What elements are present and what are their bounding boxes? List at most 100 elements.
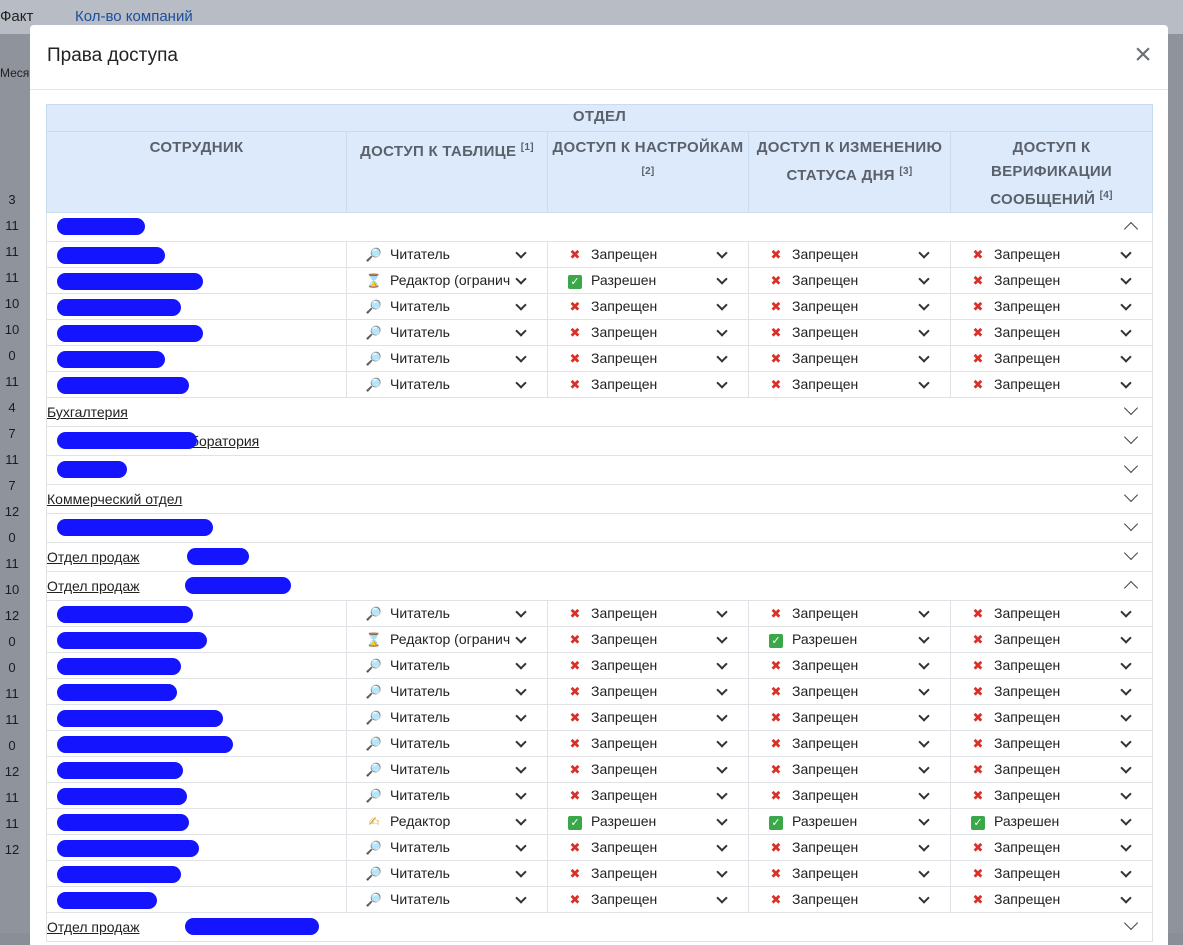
department-group-row[interactable]: Отдел продаж xyxy=(46,542,1153,572)
settings-access-select[interactable]: ✖ Запрещен xyxy=(548,835,748,860)
department-group-cell[interactable]: лаборатория xyxy=(46,426,1153,456)
table-access-select[interactable]: 🔎 Читатель xyxy=(347,835,547,860)
department-group-row[interactable]: Отдел продаж xyxy=(46,571,1153,601)
verify-access-select[interactable]: ✖ Запрещен xyxy=(951,346,1152,371)
status-access-select[interactable]: ✖ Запрещен xyxy=(749,835,950,860)
close-icon[interactable]: × xyxy=(1130,40,1156,70)
table-access-ref[interactable]: [1] xyxy=(521,142,534,153)
settings-access-select[interactable]: ✖ Запрещен xyxy=(548,601,748,626)
chevron-down-icon[interactable] xyxy=(1123,487,1139,503)
status-access-select[interactable]: ✖ Запрещен xyxy=(749,679,950,704)
table-access-select[interactable]: 🔎 Читатель xyxy=(347,242,547,267)
table-access-select[interactable]: 🔎 Читатель xyxy=(347,861,547,886)
settings-access-select[interactable]: ✖ Запрещен xyxy=(548,731,748,756)
status-access-select[interactable]: ✖ Запрещен xyxy=(749,346,950,371)
chevron-down-icon[interactable] xyxy=(1123,400,1139,416)
settings-access-ref[interactable]: [2] xyxy=(641,166,654,177)
verify-access-select[interactable]: ✖ Запрещен xyxy=(951,627,1152,652)
settings-access-select[interactable]: ✖ Запрещен xyxy=(548,679,748,704)
status-access-select[interactable]: ✖ Запрещен xyxy=(749,242,950,267)
status-access-ref[interactable]: [3] xyxy=(899,166,912,177)
department-group-row[interactable]: Коммерческий отдел xyxy=(46,484,1153,514)
department-group-row[interactable]: Отдел продаж xyxy=(46,912,1153,942)
table-access-select[interactable]: 🔎 Читатель xyxy=(347,887,547,912)
status-access-select[interactable]: ✖ Запрещен xyxy=(749,372,950,397)
settings-access-select[interactable]: ✓ Разрешен xyxy=(548,268,748,293)
table-access-select[interactable]: ⌛ Редактор (огранич xyxy=(347,268,547,293)
status-access-select[interactable]: ✖ Запрещен xyxy=(749,601,950,626)
status-access-select[interactable]: ✖ Запрещен xyxy=(749,731,950,756)
status-access-select[interactable]: ✓ Разрешен xyxy=(749,627,950,652)
department-name[interactable]: Бухгалтерия xyxy=(47,404,128,420)
settings-access-select[interactable]: ✖ Запрещен xyxy=(548,861,748,886)
department-group-cell[interactable]: Отдел продаж xyxy=(46,571,1153,601)
verify-access-select[interactable]: ✓ Разрешен xyxy=(951,809,1152,834)
status-access-select[interactable]: ✓ Разрешен xyxy=(749,809,950,834)
department-group-row[interactable] xyxy=(46,212,1153,242)
settings-access-select[interactable]: ✖ Запрещен xyxy=(548,705,748,730)
table-access-select[interactable]: ⌛ Редактор (огранич xyxy=(347,627,547,652)
settings-access-select[interactable]: ✖ Запрещен xyxy=(548,372,748,397)
department-group-cell[interactable]: Коммерческий отдел xyxy=(46,484,1153,514)
status-access-select[interactable]: ✖ Запрещен xyxy=(749,705,950,730)
department-group-cell[interactable]: Бухгалтерия xyxy=(46,397,1153,427)
table-access-select[interactable]: 🔎 Читатель xyxy=(347,705,547,730)
department-name[interactable]: Коммерческий отдел xyxy=(47,491,182,507)
settings-access-select[interactable]: ✖ Запрещен xyxy=(548,294,748,319)
department-group-cell[interactable]: Отдел продаж xyxy=(46,912,1153,942)
chevron-down-icon[interactable] xyxy=(1123,429,1139,445)
chevron-down-icon[interactable] xyxy=(1123,458,1139,474)
settings-access-select[interactable]: ✓ Разрешен xyxy=(548,809,748,834)
verify-access-select[interactable]: ✖ Запрещен xyxy=(951,653,1152,678)
verify-access-select[interactable]: ✖ Запрещен xyxy=(951,372,1152,397)
status-access-select[interactable]: ✖ Запрещен xyxy=(749,887,950,912)
table-access-select[interactable]: 🔎 Читатель xyxy=(347,346,547,371)
status-access-select[interactable]: ✖ Запрещен xyxy=(749,861,950,886)
status-access-select[interactable]: ✖ Запрещен xyxy=(749,320,950,345)
settings-access-select[interactable]: ✖ Запрещен xyxy=(548,242,748,267)
status-access-select[interactable]: ✖ Запрещен xyxy=(749,653,950,678)
table-access-select[interactable]: 🔎 Читатель xyxy=(347,372,547,397)
settings-access-select[interactable]: ✖ Запрещен xyxy=(548,627,748,652)
verify-access-ref[interactable]: [4] xyxy=(1100,190,1113,201)
table-access-select[interactable]: 🔎 Читатель xyxy=(347,783,547,808)
background-companies-link[interactable]: Кол-во компаний xyxy=(75,8,193,25)
chevron-down-icon[interactable] xyxy=(1123,516,1139,532)
department-group-cell[interactable] xyxy=(46,455,1153,485)
settings-access-select[interactable]: ✖ Запрещен xyxy=(548,757,748,782)
department-group-row[interactable] xyxy=(46,513,1153,543)
table-access-select[interactable]: 🔎 Читатель xyxy=(347,294,547,319)
chevron-up-icon[interactable] xyxy=(1123,580,1139,596)
status-access-select[interactable]: ✖ Запрещен xyxy=(749,783,950,808)
department-group-row[interactable] xyxy=(46,455,1153,485)
department-group-row[interactable]: лаборатория xyxy=(46,426,1153,456)
verify-access-select[interactable]: ✖ Запрещен xyxy=(951,294,1152,319)
settings-access-select[interactable]: ✖ Запрещен xyxy=(548,887,748,912)
verify-access-select[interactable]: ✖ Запрещен xyxy=(951,731,1152,756)
verify-access-select[interactable]: ✖ Запрещен xyxy=(951,268,1152,293)
table-access-select[interactable]: 🔎 Читатель xyxy=(347,601,547,626)
table-access-select[interactable]: 🔎 Читатель xyxy=(347,320,547,345)
department-group-cell[interactable] xyxy=(46,513,1153,543)
verify-access-select[interactable]: ✖ Запрещен xyxy=(951,679,1152,704)
settings-access-select[interactable]: ✖ Запрещен xyxy=(548,320,748,345)
chevron-up-icon[interactable] xyxy=(1123,221,1139,237)
verify-access-select[interactable]: ✖ Запрещен xyxy=(951,757,1152,782)
department-group-cell[interactable]: Отдел продаж xyxy=(46,542,1153,572)
chevron-down-icon[interactable] xyxy=(1123,915,1139,931)
verify-access-select[interactable]: ✖ Запрещен xyxy=(951,242,1152,267)
table-access-select[interactable]: ✍ Редактор xyxy=(347,809,547,834)
department-name[interactable]: Отдел продаж xyxy=(47,578,140,594)
verify-access-select[interactable]: ✖ Запрещен xyxy=(951,705,1152,730)
verify-access-select[interactable]: ✖ Запрещен xyxy=(951,861,1152,886)
settings-access-select[interactable]: ✖ Запрещен xyxy=(548,653,748,678)
table-access-select[interactable]: 🔎 Читатель xyxy=(347,757,547,782)
verify-access-select[interactable]: ✖ Запрещен xyxy=(951,783,1152,808)
status-access-select[interactable]: ✖ Запрещен xyxy=(749,757,950,782)
status-access-select[interactable]: ✖ Запрещен xyxy=(749,268,950,293)
department-group-cell[interactable] xyxy=(46,212,1153,242)
settings-access-select[interactable]: ✖ Запрещен xyxy=(548,783,748,808)
status-access-select[interactable]: ✖ Запрещен xyxy=(749,294,950,319)
verify-access-select[interactable]: ✖ Запрещен xyxy=(951,835,1152,860)
table-access-select[interactable]: 🔎 Читатель xyxy=(347,679,547,704)
